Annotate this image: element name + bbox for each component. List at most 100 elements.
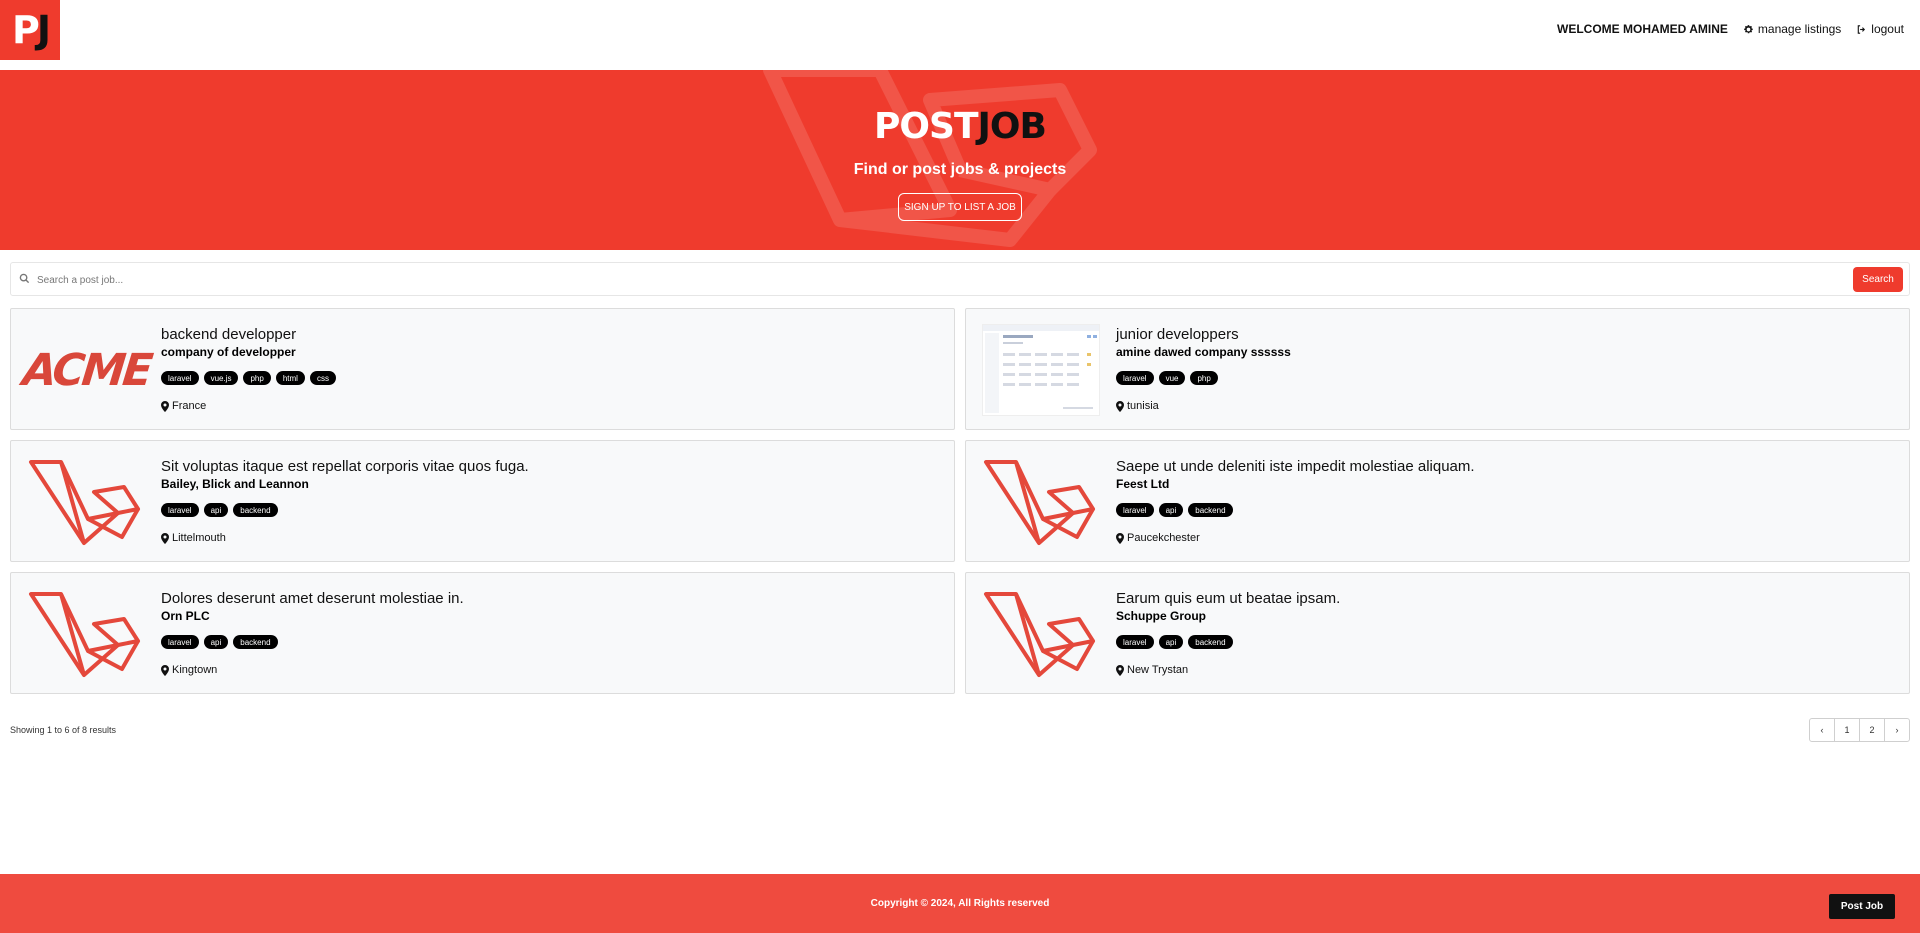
tag[interactable]: backend — [1188, 635, 1233, 649]
tag[interactable]: php — [1190, 371, 1218, 385]
job-location: tunisia — [1116, 400, 1159, 412]
location-label: tunisia — [1127, 400, 1159, 412]
hero-subtitle: Find or post jobs & projects — [853, 161, 1067, 178]
page-button-1[interactable]: 1 — [1834, 718, 1860, 742]
job-location: Paucekchester — [1116, 532, 1200, 544]
prev-page-button[interactable]: ‹ — [1809, 718, 1835, 742]
footer: Copyright © 2024, All Rights reserved Po… — [0, 874, 1920, 933]
map-marker-icon — [1116, 664, 1124, 676]
tag[interactable]: vue.js — [203, 371, 239, 385]
laravel-logo-icon — [29, 592, 140, 677]
map-marker-icon — [1116, 400, 1124, 412]
job-location: Kingtown — [161, 664, 217, 676]
tag[interactable]: api — [203, 635, 229, 649]
welcome-text: WELCOME MOHAMED AMINE — [1557, 22, 1728, 36]
location-label: France — [172, 400, 207, 412]
job-card[interactable]: Dolores deserunt amet deserunt molestiae… — [10, 572, 955, 694]
tag[interactable]: html — [275, 371, 305, 385]
company-logo — [981, 453, 1101, 551]
manage-listings-link[interactable]: manage listings — [1743, 22, 1841, 36]
hero-title-post: POST — [874, 106, 978, 147]
job-title: Sit voluptas itaque est repellat corpori… — [161, 458, 529, 475]
tag[interactable]: api — [1158, 503, 1184, 517]
company-name: Schuppe Group — [1116, 609, 1206, 623]
tag[interactable]: laravel — [161, 371, 199, 385]
logo-letter-j: J — [36, 8, 51, 52]
company-logo — [26, 585, 146, 683]
company-name: company of developper — [161, 345, 296, 359]
tag[interactable]: api — [1158, 635, 1184, 649]
job-title: Earum quis eum ut beatae ipsam. — [1116, 590, 1341, 607]
job-location: Littelmouth — [161, 532, 226, 544]
search-input[interactable] — [37, 269, 1537, 291]
post-job-button[interactable]: Post Job — [1829, 894, 1895, 919]
laravel-logo-icon — [29, 460, 140, 545]
tag-list: laravel vue.js php html css — [161, 371, 336, 385]
search-bar: Search — [10, 262, 1910, 296]
map-marker-icon — [161, 532, 169, 544]
tag[interactable]: api — [203, 503, 229, 517]
next-page-button[interactable]: › — [1884, 718, 1910, 742]
tag[interactable]: laravel — [161, 503, 199, 517]
job-card[interactable]: ACME backend developper company of devel… — [10, 308, 955, 430]
company-logo — [26, 453, 146, 551]
tag-list: laravel api backend — [1116, 503, 1233, 517]
search-button[interactable]: Search — [1853, 267, 1903, 292]
page-button-2[interactable]: 2 — [1859, 718, 1885, 742]
map-marker-icon — [1116, 532, 1124, 544]
company-name: Feest Ltd — [1116, 477, 1170, 491]
laravel-logo-icon — [984, 592, 1095, 677]
location-label: Kingtown — [172, 664, 218, 676]
job-card[interactable]: junior developpers amine dawed company s… — [965, 308, 1910, 430]
tag[interactable]: backend — [233, 503, 278, 517]
gear-icon — [1744, 24, 1753, 33]
acme-logo-text: ACME — [19, 344, 153, 396]
map-marker-icon — [161, 664, 169, 676]
company-logo — [981, 321, 1101, 419]
results-summary: Showing 1 to 6 of 8 results — [10, 725, 117, 735]
tag[interactable]: laravel — [161, 635, 199, 649]
tag[interactable]: vue — [1158, 371, 1186, 385]
user-nav: WELCOME MOHAMED AMINE manage listings lo… — [1557, 22, 1904, 36]
site-logo[interactable]: PJ — [0, 0, 60, 60]
job-title: Saepe ut unde deleniti iste impedit mole… — [1116, 458, 1475, 475]
tag-list: laravel vue php — [1116, 371, 1218, 385]
company-logo — [981, 585, 1101, 683]
tag-list: laravel api backend — [161, 635, 278, 649]
laravel-watermark-icon — [763, 70, 1097, 247]
hero-title: POSTJOB — [0, 106, 1920, 147]
logout-icon — [1858, 24, 1866, 34]
tag[interactable]: backend — [1188, 503, 1233, 517]
company-name: amine dawed company ssssss — [1116, 345, 1291, 359]
job-title: backend developper — [161, 326, 297, 343]
company-logo: ACME — [20, 321, 152, 419]
location-label: Paucekchester — [1127, 532, 1200, 544]
tag-list: laravel api backend — [1116, 635, 1233, 649]
pagination: ‹ 1 2 › — [1809, 718, 1910, 742]
tag[interactable]: laravel — [1116, 371, 1154, 385]
copyright-text: Copyright © 2024, All Rights reserved — [870, 898, 1050, 909]
job-location: France — [161, 400, 206, 412]
logout-link[interactable]: logout — [1856, 22, 1904, 36]
search-icon — [19, 273, 30, 284]
tag[interactable]: laravel — [1116, 635, 1154, 649]
tag[interactable]: backend — [233, 635, 278, 649]
hero-title-job: JOB — [977, 106, 1047, 147]
tag-list: laravel api backend — [161, 503, 278, 517]
job-title: junior developpers — [1116, 326, 1239, 343]
location-label: New Trystan — [1127, 664, 1189, 676]
job-title: Dolores deserunt amet deserunt molestiae… — [161, 590, 464, 607]
job-card[interactable]: Sit voluptas itaque est repellat corpori… — [10, 440, 955, 562]
signup-button[interactable]: SIGN UP TO LIST A JOB — [898, 193, 1022, 221]
tag[interactable]: php — [243, 371, 271, 385]
top-navbar: PJ WELCOME MOHAMED AMINE manage listings… — [0, 0, 1920, 70]
job-card[interactable]: Saepe ut unde deleniti iste impedit mole… — [965, 440, 1910, 562]
job-card[interactable]: Earum quis eum ut beatae ipsam. Schuppe … — [965, 572, 1910, 694]
logout-label: logout — [1871, 22, 1904, 36]
tag[interactable]: css — [309, 371, 336, 385]
manage-listings-label: manage listings — [1757, 22, 1842, 36]
location-label: Littelmouth — [172, 532, 226, 544]
tag[interactable]: laravel — [1116, 503, 1154, 517]
hero-banner: POSTJOB Find or post jobs & projects SIG… — [0, 70, 1920, 250]
logo-letter-p: P — [12, 8, 40, 52]
